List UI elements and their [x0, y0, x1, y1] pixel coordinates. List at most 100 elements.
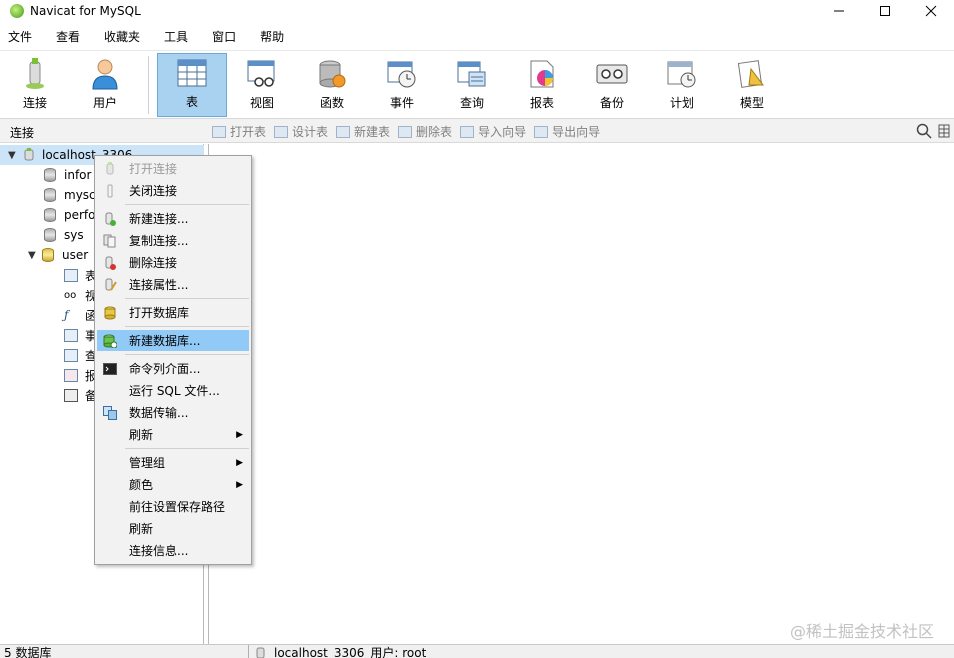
toolbar-event-label: 事件	[389, 96, 414, 110]
export-wizard-label: 导出向导	[552, 125, 601, 139]
menu-copy-connection[interactable]: 复制连接...	[97, 230, 249, 251]
query-icon	[456, 58, 488, 90]
design-table-icon	[274, 125, 289, 138]
submenu-arrow-icon: ▶	[236, 457, 243, 468]
tree-database-label: mysc	[64, 188, 96, 202]
open-table-button[interactable]: 打开表	[212, 123, 266, 140]
menu-open-connection[interactable]: 打开连接	[97, 158, 249, 179]
tree-database-item[interactable]: perfo	[44, 205, 96, 225]
menu-new-connection[interactable]: 新建连接...	[97, 208, 249, 229]
menu-separator	[125, 448, 249, 449]
menu-window[interactable]: 窗口	[200, 26, 248, 48]
menu-item-label: 打开连接	[129, 162, 178, 176]
menu-connection-info[interactable]: 连接信息...	[97, 540, 249, 561]
tree-database-item[interactable]: mysc	[44, 185, 96, 205]
menu-view[interactable]: 查看	[44, 26, 92, 48]
tree-object-events[interactable]: 事	[64, 325, 97, 345]
menu-tools[interactable]: 工具	[152, 26, 200, 48]
minimize-button[interactable]	[816, 0, 862, 22]
menu-favorites[interactable]: 收藏夹	[92, 26, 152, 48]
menu-separator	[125, 298, 249, 299]
chevron-down-icon[interactable]: ▼	[28, 250, 38, 261]
tree-object-backups[interactable]: 备	[64, 385, 97, 405]
design-table-label: 设计表	[292, 125, 329, 139]
grid-view-icon[interactable]	[938, 123, 950, 139]
toolbar-event-button[interactable]: 事件	[367, 53, 437, 117]
toolbar-schedule-label: 计划	[669, 96, 694, 110]
design-table-button[interactable]: 设计表	[274, 123, 328, 140]
toolbar-query-button[interactable]: 查询	[437, 53, 507, 117]
close-button[interactable]	[908, 0, 954, 22]
menu-refresh-submenu[interactable]: 刷新 ▶	[97, 424, 249, 445]
tree-object-reports[interactable]: 报	[64, 365, 97, 385]
toolbar-connection-label: 连接	[22, 96, 47, 110]
toolbar-function-button[interactable]: 函数	[297, 53, 367, 117]
new-table-button[interactable]: 新建表	[336, 123, 390, 140]
open-table-icon	[212, 125, 226, 138]
view-icon: oo	[64, 289, 77, 301]
toolbar-backup-button[interactable]: 备份	[577, 53, 647, 117]
toolbar-view-label: 视图	[249, 96, 274, 110]
backup-icon	[64, 388, 78, 402]
menu-connection-properties[interactable]: 连接属性...	[97, 274, 249, 295]
toolbar-model-button[interactable]: 模型	[717, 53, 787, 117]
import-wizard-button[interactable]: 导入向导	[460, 123, 526, 140]
toolbar-view-button[interactable]: 视图	[227, 53, 297, 117]
menu-file[interactable]: 文件	[0, 26, 44, 48]
export-wizard-button[interactable]: 导出向导	[534, 123, 600, 140]
tree-database-item[interactable]: sys	[44, 225, 84, 245]
toolbar-schedule-button[interactable]: 计划	[647, 53, 717, 117]
tree-database-item[interactable]: infor	[44, 165, 91, 185]
model-icon	[736, 58, 768, 90]
menu-separator	[125, 326, 249, 327]
menu-separator	[125, 354, 249, 355]
menu-color[interactable]: 颜色 ▶	[97, 474, 249, 495]
context-menu: 打开连接 关闭连接 新建连接... 复制连接... 删除连接 连接属性... 打…	[94, 155, 252, 565]
menu-new-database[interactable]: 新建数据库...	[97, 330, 249, 351]
toolbar-backup-label: 备份	[599, 96, 624, 110]
report-icon	[526, 58, 558, 90]
toolbar-user-button[interactable]: 用户	[70, 53, 140, 117]
menu-item-label: 颜色	[129, 478, 154, 492]
tree-database-label: sys	[64, 228, 84, 242]
tree-object-views[interactable]: oo 视	[64, 285, 97, 305]
tree-object-queries[interactable]: 查	[64, 345, 97, 365]
user-icon	[89, 58, 121, 90]
chevron-down-icon[interactable]: ▼	[8, 150, 18, 161]
menu-command-line[interactable]: 命令列介面...	[97, 358, 249, 379]
status-divider	[248, 645, 249, 658]
menu-refresh[interactable]: 刷新	[97, 518, 249, 539]
menu-data-transfer[interactable]: 数据传输...	[97, 402, 249, 423]
backup-icon	[596, 58, 628, 90]
menu-open-database[interactable]: 打开数据库	[97, 302, 249, 323]
delete-table-button[interactable]: 删除表	[398, 123, 452, 140]
toolbar-function-label: 函数	[319, 96, 344, 110]
query-icon	[64, 348, 78, 362]
close-connection-icon	[107, 184, 113, 197]
search-icon[interactable]	[916, 123, 932, 139]
connection-icon	[256, 647, 265, 658]
status-bar: 5 数据库 localhost_3306 用户: root	[0, 644, 954, 658]
toolbar-report-button[interactable]: 报表	[507, 53, 577, 117]
menu-manage-group[interactable]: 管理组 ▶	[97, 452, 249, 473]
database-icon	[44, 208, 56, 222]
menu-item-label: 新建数据库...	[129, 334, 201, 348]
toolbar-connection-button[interactable]: 连接	[0, 53, 70, 117]
menu-go-to-save-path[interactable]: 前往设置保存路径	[97, 496, 249, 517]
tree-database-item-open[interactable]: ▼ user	[28, 245, 88, 265]
menu-close-connection[interactable]: 关闭连接	[97, 180, 249, 201]
object-list-panel[interactable]	[208, 144, 954, 644]
copy-connection-icon	[103, 234, 116, 247]
menu-item-label: 删除连接	[129, 256, 178, 270]
menu-delete-connection[interactable]: 删除连接	[97, 252, 249, 273]
toolbar-table-button[interactable]: 表	[157, 53, 227, 117]
tree-object-tables[interactable]: 表	[64, 265, 97, 285]
table-icon	[64, 268, 78, 282]
maximize-icon	[880, 6, 890, 16]
menu-help[interactable]: 帮助	[248, 26, 296, 48]
menu-item-label: 关闭连接	[129, 184, 178, 198]
maximize-button[interactable]	[862, 0, 908, 22]
menu-run-sql-file[interactable]: 运行 SQL 文件...	[97, 380, 249, 401]
tree-object-functions[interactable]: ƒ函	[64, 305, 97, 325]
status-connection: localhost_3306 用户: root	[254, 646, 426, 658]
